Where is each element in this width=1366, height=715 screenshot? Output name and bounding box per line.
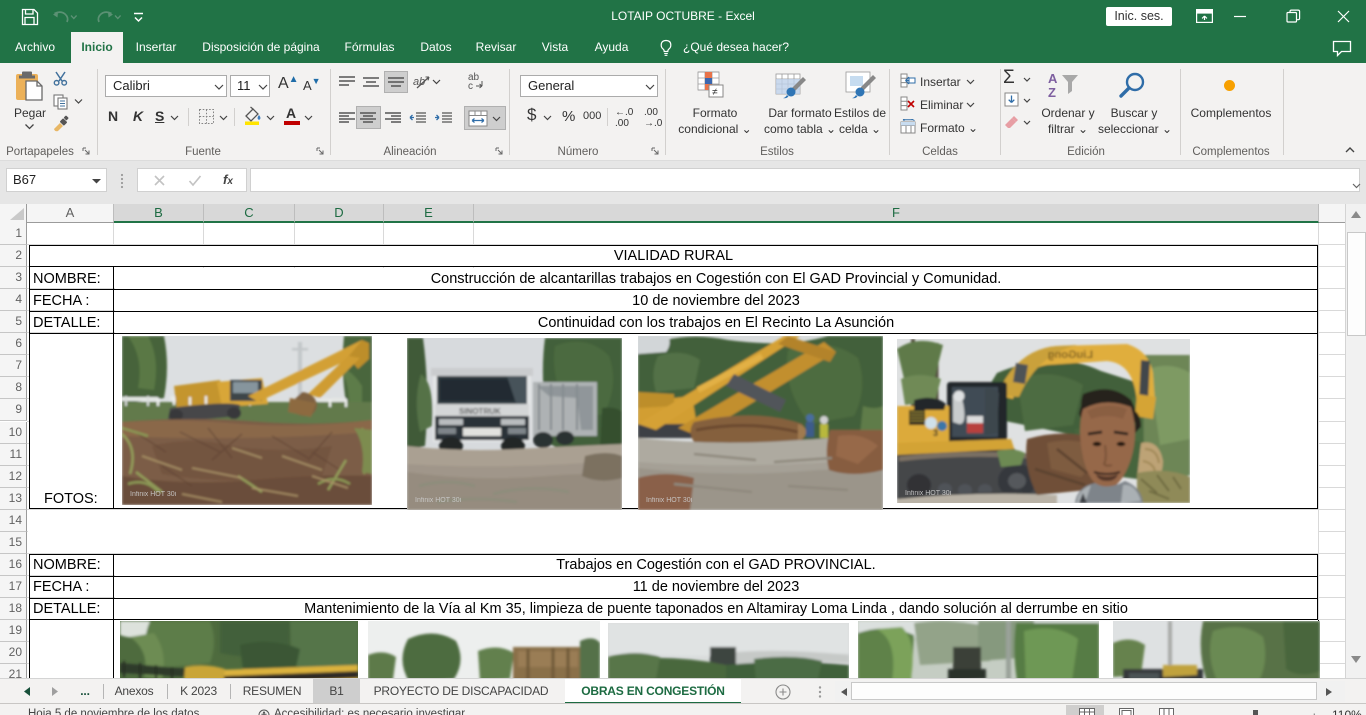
svg-text:≠: ≠ xyxy=(712,87,718,98)
svg-text:Infinix HOT 30i: Infinix HOT 30i xyxy=(415,497,462,504)
svg-text:c: c xyxy=(468,81,473,91)
svg-text:3: 3 xyxy=(933,428,938,438)
svg-text:Infinix HOT 30i: Infinix HOT 30i xyxy=(130,491,177,498)
svg-text:SINOTRUK: SINOTRUK xyxy=(459,407,501,416)
svg-text:Infinix HOT 30i: Infinix HOT 30i xyxy=(905,490,952,497)
svg-text:Infinix HOT 30i: Infinix HOT 30i xyxy=(646,497,693,504)
svg-text:Z: Z xyxy=(1048,85,1056,99)
svg-text:LiuGong: LiuGong xyxy=(1048,349,1093,361)
svg-text:A: A xyxy=(1048,71,1058,86)
